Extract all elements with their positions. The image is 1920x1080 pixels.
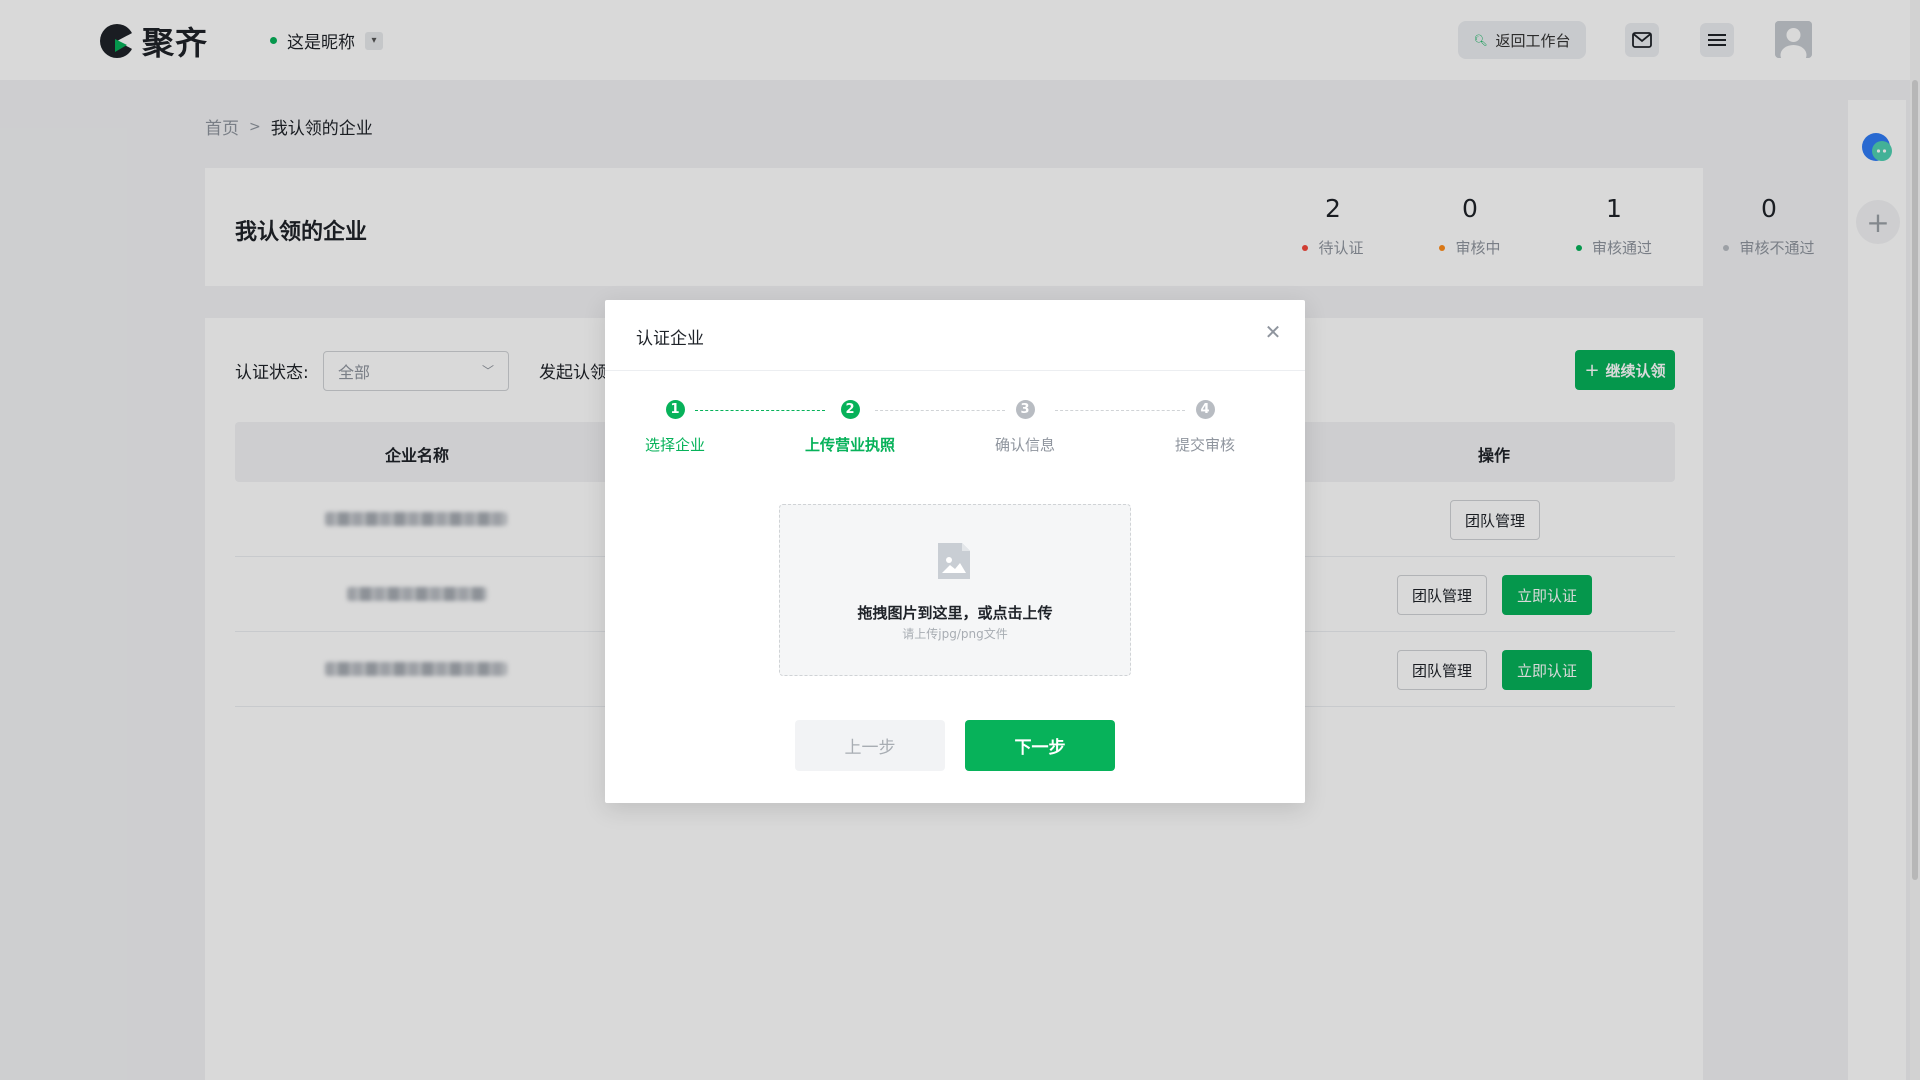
next-step-button[interactable]: 下一步 — [965, 720, 1115, 771]
step-label: 确认信息 — [994, 436, 1055, 454]
upload-hint: 请上传jpg/png文件 — [902, 627, 1008, 641]
step-label: 上传营业执照 — [804, 436, 895, 454]
step-select-enterprise: 1 选择企业 — [605, 400, 745, 455]
step-number: 3 — [1015, 400, 1035, 419]
step-number: 4 — [1195, 400, 1215, 419]
modal-divider — [605, 370, 1305, 371]
step-label: 选择企业 — [644, 436, 705, 454]
close-icon[interactable]: ✕ — [1261, 320, 1285, 344]
step-number: 2 — [840, 400, 860, 419]
previous-step-button[interactable]: 上一步 — [795, 720, 945, 771]
step-upload-license: 2 上传营业执照 — [780, 400, 920, 455]
license-upload-dropzone[interactable]: 拖拽图片到这里，或点击上传 请上传jpg/png文件 — [779, 504, 1131, 676]
step-number: 1 — [665, 400, 685, 419]
certify-enterprise-modal: 认证企业 ✕ 1 选择企业 2 上传营业执照 3 确认信息 4 提交审核 拖拽图… — [605, 300, 1305, 803]
step-submit-review: 4 提交审核 — [1135, 400, 1275, 455]
image-placeholder-icon — [938, 543, 970, 579]
modal-title: 认证企业 — [636, 329, 704, 349]
step-confirm-info: 3 确认信息 — [955, 400, 1095, 455]
step-label: 提交审核 — [1174, 436, 1235, 454]
upload-instruction: 拖拽图片到这里，或点击上传 — [857, 604, 1053, 622]
